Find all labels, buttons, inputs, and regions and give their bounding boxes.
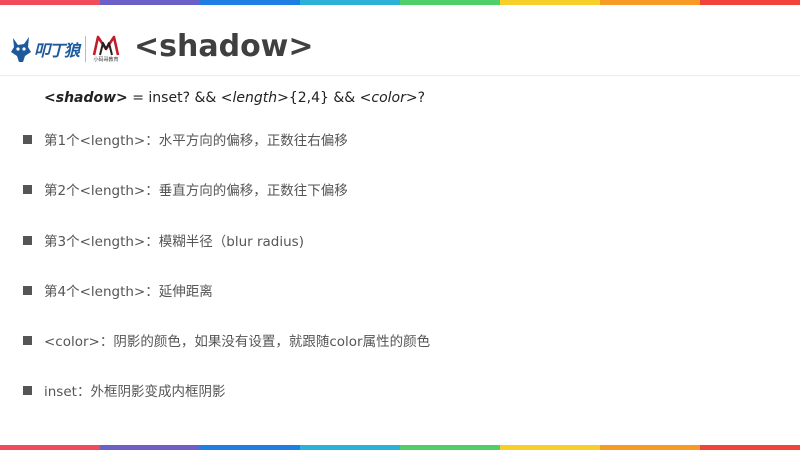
bullet-text: 第4个<length>：延伸距离 xyxy=(44,284,213,300)
bullet-item: <color>：阴影的颜色，如果没有设置，就跟随color属性的颜色 xyxy=(23,330,430,350)
syntax-part2: && xyxy=(328,90,360,106)
bullet-text: 第2个<length>：垂直方向的偏移，正数往下偏移 xyxy=(44,183,348,199)
bullet-square-icon xyxy=(23,385,32,395)
xmg-logo-name: 小码哥教育 xyxy=(93,57,119,63)
xmg-m-icon xyxy=(92,35,120,56)
brand-logos: 叩丁狼 小码哥教育 xyxy=(10,32,120,66)
shadow-syntax-line: <shadow> = inset? && <length>{2,4} && <c… xyxy=(44,88,425,108)
bullet-item: 第4个<length>：延伸距离 xyxy=(23,280,213,300)
syntax-repeat: {2,4} xyxy=(288,90,329,106)
bullet-text: inset：外框阴影变成内框阴影 xyxy=(44,384,226,400)
bullet-square-icon xyxy=(23,184,32,194)
bullet-item: 第1个<length>：水平方向的偏移，正数往右偏移 xyxy=(23,129,348,149)
syntax-color: <color> xyxy=(359,90,418,106)
syntax-length: <length> xyxy=(220,90,289,106)
logo-divider xyxy=(85,36,87,62)
page-title: <shadow> xyxy=(134,29,314,64)
bullet-text: 第1个<length>：水平方向的偏移，正数往右偏移 xyxy=(44,133,348,149)
syntax-name: <shadow> xyxy=(44,90,128,106)
wolf-head-icon xyxy=(11,37,31,62)
bullet-item: 第3个<length>：模糊半径（blur radius) xyxy=(23,230,304,250)
wolf-logo: 叩丁狼 xyxy=(10,35,80,63)
bullet-square-icon xyxy=(23,285,32,295)
bullet-item: inset：外框阴影变成内框阴影 xyxy=(23,380,225,400)
logo-wordmark: 叩丁狼 xyxy=(34,41,80,60)
bullet-text: 第3个<length>：模糊半径（blur radius) xyxy=(44,234,304,250)
bullet-square-icon xyxy=(23,134,32,144)
slide-header: 叩丁狼 小码哥教育 <shadow> xyxy=(0,5,800,76)
bullet-item: 第2个<length>：垂直方向的偏移，正数往下偏移 xyxy=(23,179,348,199)
bottom-rainbow-bar xyxy=(0,445,800,450)
xmg-logo: 小码哥教育 xyxy=(92,35,120,63)
syntax-end: ? xyxy=(417,90,426,106)
bullet-square-icon xyxy=(23,335,32,345)
bullet-text: <color>：阴影的颜色，如果没有设置，就跟随color属性的颜色 xyxy=(44,334,431,350)
syntax-part1: = inset? && xyxy=(127,90,221,106)
bullet-square-icon xyxy=(23,235,32,245)
